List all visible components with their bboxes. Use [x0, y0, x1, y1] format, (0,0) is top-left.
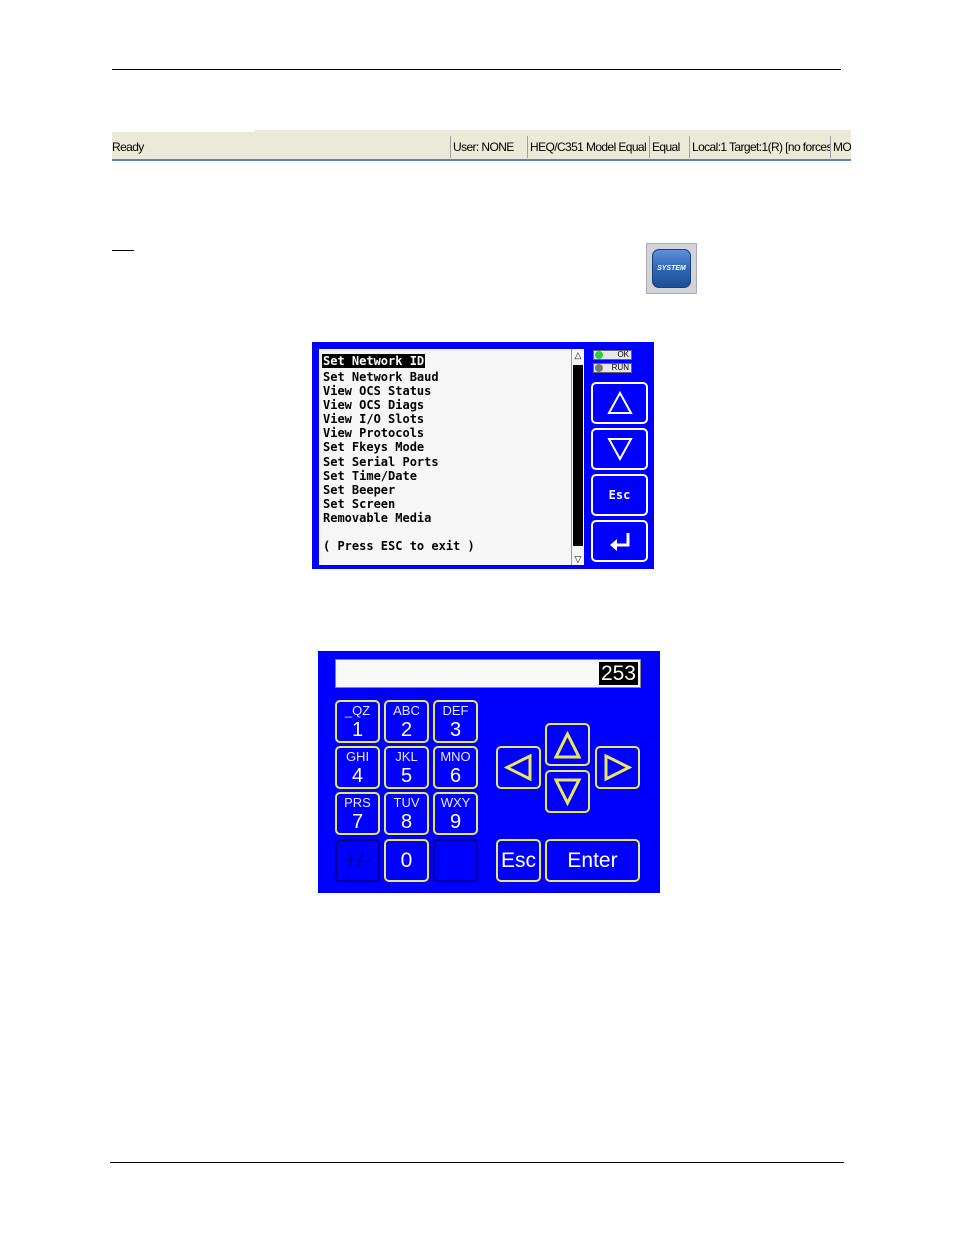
key-letters: WXY	[440, 795, 471, 810]
down-arrow-icon	[606, 438, 633, 461]
key-0-label: 0	[400, 849, 413, 872]
system-key-button[interactable]: SYSTEM	[646, 243, 697, 294]
menu-item[interactable]: View I/O Slots	[322, 412, 476, 426]
plus-minus-key[interactable]: +/-	[335, 839, 380, 882]
key-1[interactable]: _QZ 1	[335, 700, 380, 743]
menu-item[interactable]: View Protocols	[322, 426, 476, 440]
right-arrow-icon	[604, 753, 633, 782]
ok-indicator-label: OK	[617, 350, 629, 359]
key-4[interactable]: GHI 4	[335, 746, 380, 789]
up-arrow-icon	[606, 391, 633, 414]
menu-item[interactable]: Set Beeper	[322, 483, 476, 497]
key-number: 9	[449, 811, 462, 833]
run-indicator: RUN	[593, 363, 632, 373]
numeric-keypad-screen: 253 _QZ 1 ABC 2 DEF 3 GHI 4 JKL 5 MNO 6 PRS 7 TUV 8 WXY 9…	[318, 651, 660, 893]
left-arrow-icon	[503, 753, 532, 782]
menu-esc-button[interactable]: Esc	[591, 474, 648, 516]
key-3[interactable]: DEF 3	[433, 700, 478, 743]
key-letters: JKL	[395, 749, 418, 764]
key-number: 1	[351, 719, 364, 741]
menu-exit-hint: ( Press ESC to exit )	[323, 539, 475, 554]
decimal-point-label: .	[452, 849, 459, 872]
system-menu-list: Set Network ID Set Network Baud View OCS S…	[322, 352, 476, 553]
key-number: 2	[400, 719, 413, 741]
status-bar-highlight	[112, 130, 255, 132]
status-mod: MOD	[830, 136, 851, 158]
menu-up-button[interactable]	[591, 382, 648, 424]
plus-minus-label: +/-	[344, 849, 371, 872]
value-entry-field[interactable]: 253	[335, 659, 641, 688]
key-9[interactable]: WXY 9	[433, 792, 478, 835]
down-arrow-icon	[553, 778, 582, 807]
scroll-thumb[interactable]	[573, 365, 583, 546]
status-ready: Ready	[112, 140, 144, 154]
decimal-point-key[interactable]: .	[433, 839, 478, 882]
key-number: 3	[449, 719, 462, 741]
key-8[interactable]: TUV 8	[384, 792, 429, 835]
menu-scrollbar[interactable]: △ ▽	[571, 349, 584, 565]
menu-item[interactable]: Set Screen	[322, 497, 476, 511]
system-key-face: SYSTEM	[652, 249, 691, 288]
key-2[interactable]: ABC 2	[384, 700, 429, 743]
key-5[interactable]: JKL 5	[384, 746, 429, 789]
key-letters: DEF	[442, 703, 469, 718]
menu-enter-button[interactable]	[591, 520, 648, 562]
keypad-down-button[interactable]	[545, 770, 590, 813]
status-target: Local:1 Target:1(R) [no forces]	[689, 136, 830, 158]
key-number: 7	[351, 811, 364, 833]
key-letters: _QZ	[344, 703, 371, 718]
keypad-enter-button[interactable]: Enter	[545, 839, 640, 882]
menu-item[interactable]: Set Network ID	[322, 354, 426, 369]
key-letters: GHI	[345, 749, 370, 764]
key-number: 4	[351, 765, 364, 787]
keypad-right-button[interactable]	[595, 746, 640, 789]
status-model: HEQ/C351 Model Equal	[527, 136, 649, 158]
keypad-esc-button[interactable]: Esc	[496, 839, 541, 882]
run-indicator-label: RUN	[611, 363, 629, 372]
key-letters: TUV	[393, 795, 420, 810]
menu-esc-label: Esc	[608, 488, 631, 502]
enter-arrow-icon	[609, 533, 629, 551]
keypad-up-button[interactable]	[545, 723, 590, 766]
status-mode: Equal	[649, 136, 689, 158]
up-arrow-icon	[553, 730, 582, 759]
menu-item[interactable]: Set Fkeys Mode	[322, 440, 476, 454]
menu-item[interactable]: View OCS Diags	[322, 398, 476, 412]
footer-rule	[110, 1162, 844, 1163]
key-0[interactable]: 0	[384, 839, 429, 882]
key-letters: PRS	[344, 795, 371, 810]
menu-item[interactable]: Set Serial Ports	[322, 455, 476, 469]
menu-item[interactable]: Set Network Baud	[322, 370, 476, 384]
scroll-down-arrow-icon[interactable]: ▽	[572, 553, 584, 565]
menu-spacer	[322, 525, 476, 539]
key-number: 6	[449, 765, 462, 787]
header-rule	[112, 69, 841, 70]
run-led-icon	[595, 364, 603, 372]
system-menu-screen: Set Network ID Set Network Baud View OCS S…	[312, 342, 654, 569]
entered-value: 253	[598, 662, 638, 685]
status-user: User: NONE	[450, 136, 527, 158]
menu-item[interactable]: Removable Media	[322, 511, 476, 525]
ok-indicator: OK	[593, 350, 632, 360]
menu-item[interactable]: View OCS Status	[322, 384, 476, 398]
keypad-left-button[interactable]	[496, 746, 541, 789]
status-bar: Ready User: NONE HEQ/C351 Model Equal Eq…	[112, 130, 851, 161]
system-menu-list-area: Set Network ID Set Network Baud View OCS S…	[319, 349, 581, 565]
key-7[interactable]: PRS 7	[335, 792, 380, 835]
key-letters: MNO	[440, 749, 471, 764]
menu-item[interactable]: Set Time/Date	[322, 469, 476, 483]
key-number: 5	[400, 765, 413, 787]
key-letters: ABC	[393, 703, 420, 718]
underline-mark	[112, 250, 134, 251]
key-6[interactable]: MNO 6	[433, 746, 478, 789]
scroll-up-arrow-icon[interactable]: △	[572, 349, 584, 361]
menu-down-button[interactable]	[591, 428, 648, 470]
key-number: 8	[400, 811, 413, 833]
ok-led-icon	[595, 351, 603, 359]
